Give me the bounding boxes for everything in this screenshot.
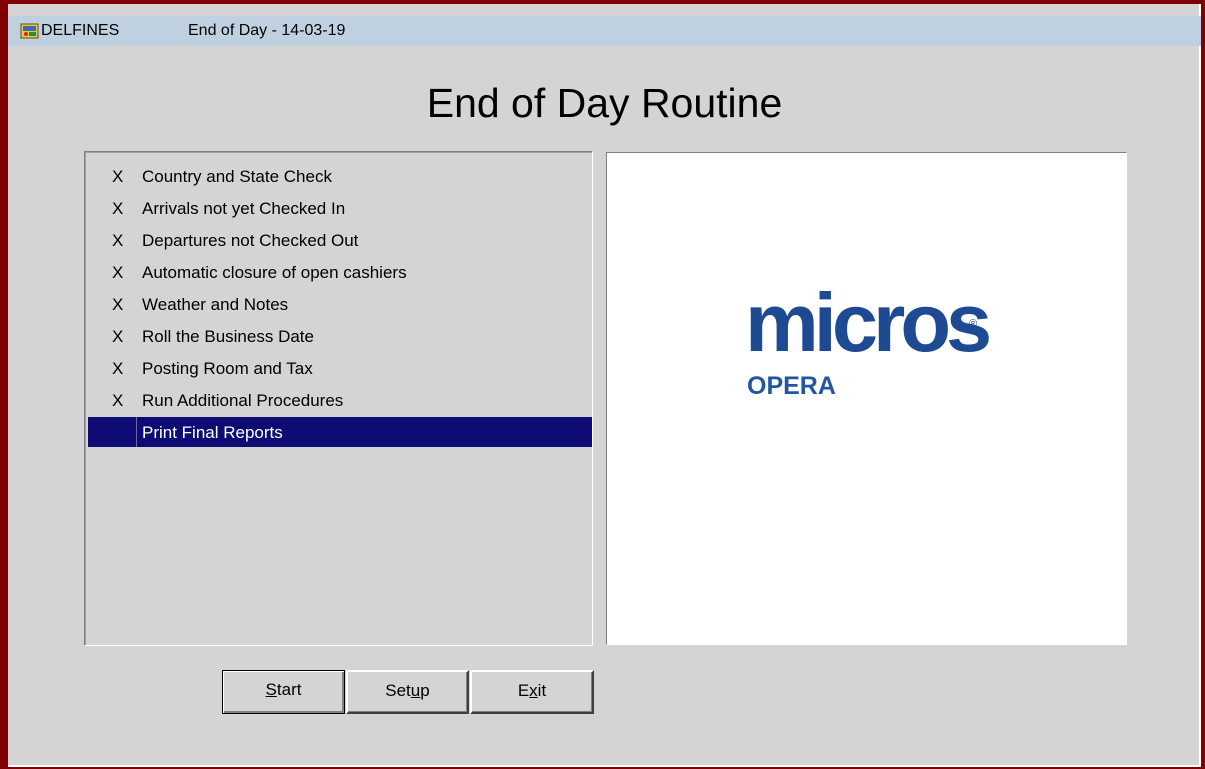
step-item-roll-business-date[interactable]: X Roll the Business Date — [88, 321, 592, 351]
step-status: X — [112, 391, 124, 410]
step-item-additional-procedures[interactable]: X Run Additional Procedures — [88, 385, 592, 415]
step-status: X — [112, 327, 124, 346]
setup-button[interactable]: Setup — [346, 670, 469, 714]
micros-logo: micros — [745, 276, 992, 369]
page-title: End of Day Routine — [426, 80, 783, 126]
opera-logo: OPERA — [747, 372, 836, 400]
step-label: Posting Room and Tax — [142, 359, 313, 378]
step-item-close-cashiers[interactable]: X Automatic closure of open cashiers — [88, 257, 592, 287]
registered-mark: ® — [969, 318, 978, 330]
step-label: Country and State Check — [142, 167, 332, 186]
step-label: Arrivals not yet Checked In — [142, 199, 346, 218]
step-status: X — [112, 167, 124, 186]
step-status: X — [112, 263, 124, 282]
exit-button[interactable]: Exit — [470, 670, 594, 714]
window-title: End of Day - 14-03-19 — [188, 22, 346, 39]
exit-label-post: it — [537, 681, 547, 700]
logo-panel: micros ® OPERA — [606, 152, 1127, 645]
start-label-post: tart — [276, 680, 302, 699]
exit-label-pre: E — [517, 681, 530, 700]
title-bar: DELFINES End of Day - 14-03-19 — [8, 16, 1201, 46]
step-label: Departures not Checked Out — [142, 231, 359, 250]
step-label: Print Final Reports — [142, 423, 283, 442]
setup-label-post: p — [420, 681, 430, 700]
exit-mnemonic: x — [529, 681, 538, 700]
step-label: Run Additional Procedures — [142, 391, 344, 410]
step-item-weather-notes[interactable]: X Weather and Notes — [88, 289, 592, 319]
app-icon — [20, 22, 40, 40]
start-mnemonic: S — [265, 680, 277, 699]
app-name: DELFINES — [41, 22, 120, 39]
step-status: X — [112, 295, 124, 314]
end-of-day-steps-list[interactable]: X Country and State Check X Arrivals not… — [84, 151, 593, 646]
setup-mnemonic: u — [410, 681, 421, 700]
setup-label-pre: Set — [385, 681, 411, 700]
step-item-country-state-check[interactable]: X Country and State Check — [88, 161, 592, 191]
step-item-posting-room-tax[interactable]: X Posting Room and Tax — [88, 353, 592, 383]
window-body: DELFINES End of Day - 14-03-19 End of Da… — [8, 4, 1201, 767]
step-status: X — [112, 231, 124, 250]
selection-divider — [136, 417, 137, 447]
step-label: Roll the Business Date — [142, 327, 314, 346]
step-item-arrivals[interactable]: X Arrivals not yet Checked In — [88, 193, 592, 223]
step-status: X — [112, 199, 124, 218]
step-label: Weather and Notes — [142, 295, 289, 314]
start-button[interactable]: Start — [222, 670, 345, 714]
step-status: X — [112, 359, 124, 378]
end-of-day-window: DELFINES End of Day - 14-03-19 End of Da… — [0, 0, 1205, 769]
step-item-departures[interactable]: X Departures not Checked Out — [88, 225, 592, 255]
step-label: Automatic closure of open cashiers — [142, 263, 407, 282]
step-item-print-final-reports[interactable]: Print Final Reports — [88, 417, 592, 447]
